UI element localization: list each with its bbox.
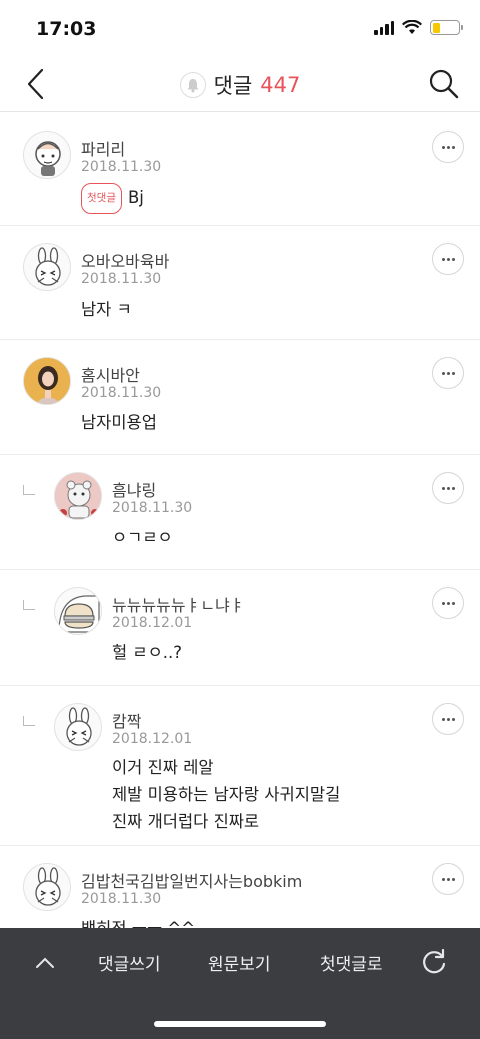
toolbar-items: 댓글쓰기 원문보기 첫댓글로 (0, 944, 480, 980)
refresh-icon (423, 948, 446, 974)
more-options-button[interactable] (432, 243, 464, 275)
title-label: 댓글 (213, 74, 253, 98)
comment-body: ㅇㄱㄹㅇ (112, 528, 173, 547)
bottom-toolbar: 댓글쓰기 원문보기 첫댓글로 (0, 928, 480, 1039)
bunny-avatar[interactable] (23, 863, 71, 911)
comment-item: 홈시바안 2018.11.30 남자미용업 (0, 340, 480, 455)
comment-username[interactable]: 홈시바안 (81, 362, 140, 386)
home-indicator[interactable] (154, 1021, 326, 1027)
wifi-icon (402, 20, 422, 34)
chevron-up-icon (36, 957, 54, 968)
comment-body: 남자미용업 (81, 413, 157, 432)
bell-icon[interactable] (179, 72, 206, 98)
reply-item: 뉴뉴뉴뉴뉴ㅑㄴ냐ㅑ 2018.12.01 헐 ㄹㅇ..? (0, 570, 480, 686)
search-button[interactable] (424, 64, 464, 104)
search-icon (429, 69, 459, 99)
plush-toy-avatar[interactable] (54, 472, 102, 520)
comment-date: 2018.11.30 (81, 385, 162, 401)
reply-item: 흠냐링 2018.11.30 ㅇㄱㄹㅇ (0, 455, 480, 570)
comment-date: 2018.12.01 (112, 731, 193, 747)
comment-body: 백히적 ㅡㅡ ^^ (81, 915, 195, 928)
character-face-avatar[interactable] (23, 131, 71, 179)
more-options-button[interactable] (432, 587, 464, 619)
more-options-button[interactable] (432, 357, 464, 389)
first-comment-button[interactable]: 첫댓글로 (320, 950, 383, 975)
comment-body-line: 제발 미용하는 남자랑 사귀지말길 (112, 785, 341, 804)
status-bar: 17:03 (0, 0, 480, 56)
view-original-button[interactable]: 원문보기 (208, 950, 271, 975)
comment-item: 오바오바육바 2018.11.30 남자 ㅋ (0, 226, 480, 340)
write-comment-button[interactable]: 댓글쓰기 (98, 950, 161, 975)
comment-list[interactable]: 파리리 2018.11.30 첫댓글 Bj 오바오바육바 2018.11.30 남… (0, 113, 480, 928)
first-comment-badge: 첫댓글 (81, 183, 122, 214)
comment-item: 김밥천국김밥일번지사는bobkim 2018.11.30 백히적 ㅡㅡ ^^ (0, 846, 480, 928)
comment-date: 2018.11.30 (81, 159, 162, 175)
hamburger-avatar[interactable] (54, 587, 102, 635)
comment-item: 파리리 2018.11.30 첫댓글 Bj (0, 113, 480, 226)
more-options-button[interactable] (432, 131, 464, 163)
more-options-button[interactable] (432, 703, 464, 735)
comment-date: 2018.12.01 (112, 615, 193, 631)
comment-date: 2018.11.30 (81, 271, 162, 287)
bunny-avatar[interactable] (54, 703, 102, 751)
status-time: 17:03 (36, 18, 97, 40)
comment-body-line: 진짜 개더럽다 진짜로 (112, 812, 260, 831)
comment-username[interactable]: 파리리 (81, 136, 125, 160)
page-title: 댓글 447 (0, 70, 480, 100)
status-icons (374, 20, 463, 35)
comment-body-line: 이거 진짜 레알 (112, 758, 214, 777)
reply-indicator-icon (23, 485, 35, 495)
comment-text: 이거 진짜 레알 제발 미용하는 남자랑 사귀지말길 진짜 개더럽다 진짜로 (112, 754, 340, 835)
battery-icon (430, 20, 463, 35)
reply-item: 캄짝 2018.12.01 이거 진짜 레알 제발 미용하는 남자랑 사귀지말길… (0, 686, 480, 846)
photo-avatar[interactable] (23, 357, 71, 405)
comment-body: Bj (127, 188, 144, 207)
comment-username[interactable]: 뉴뉴뉴뉴뉴ㅑㄴ냐ㅑ (112, 592, 244, 616)
signal-icon (374, 20, 394, 35)
reply-indicator-icon (23, 716, 35, 726)
comment-body: 남자 ㅋ (81, 300, 132, 319)
comment-date: 2018.11.30 (81, 891, 162, 907)
more-options-button[interactable] (432, 863, 464, 895)
comment-username[interactable]: 김밥천국김밥일번지사는bobkim (81, 868, 302, 892)
comment-text: 첫댓글 Bj (81, 183, 144, 214)
bunny-avatar[interactable] (23, 243, 71, 291)
comment-username[interactable]: 흠냐링 (112, 477, 156, 501)
more-options-button[interactable] (432, 472, 464, 504)
refresh-button[interactable] (418, 946, 450, 978)
scroll-top-button[interactable] (30, 948, 60, 978)
comment-body: 헐 ㄹㅇ..? (112, 643, 183, 662)
reply-indicator-icon (23, 600, 35, 610)
comment-username[interactable]: 캄짝 (112, 708, 141, 732)
nav-bar: 댓글 447 (0, 56, 480, 112)
comment-username[interactable]: 오바오바육바 (81, 248, 169, 272)
comment-date: 2018.11.30 (112, 500, 193, 516)
comment-count: 447 (260, 73, 301, 97)
